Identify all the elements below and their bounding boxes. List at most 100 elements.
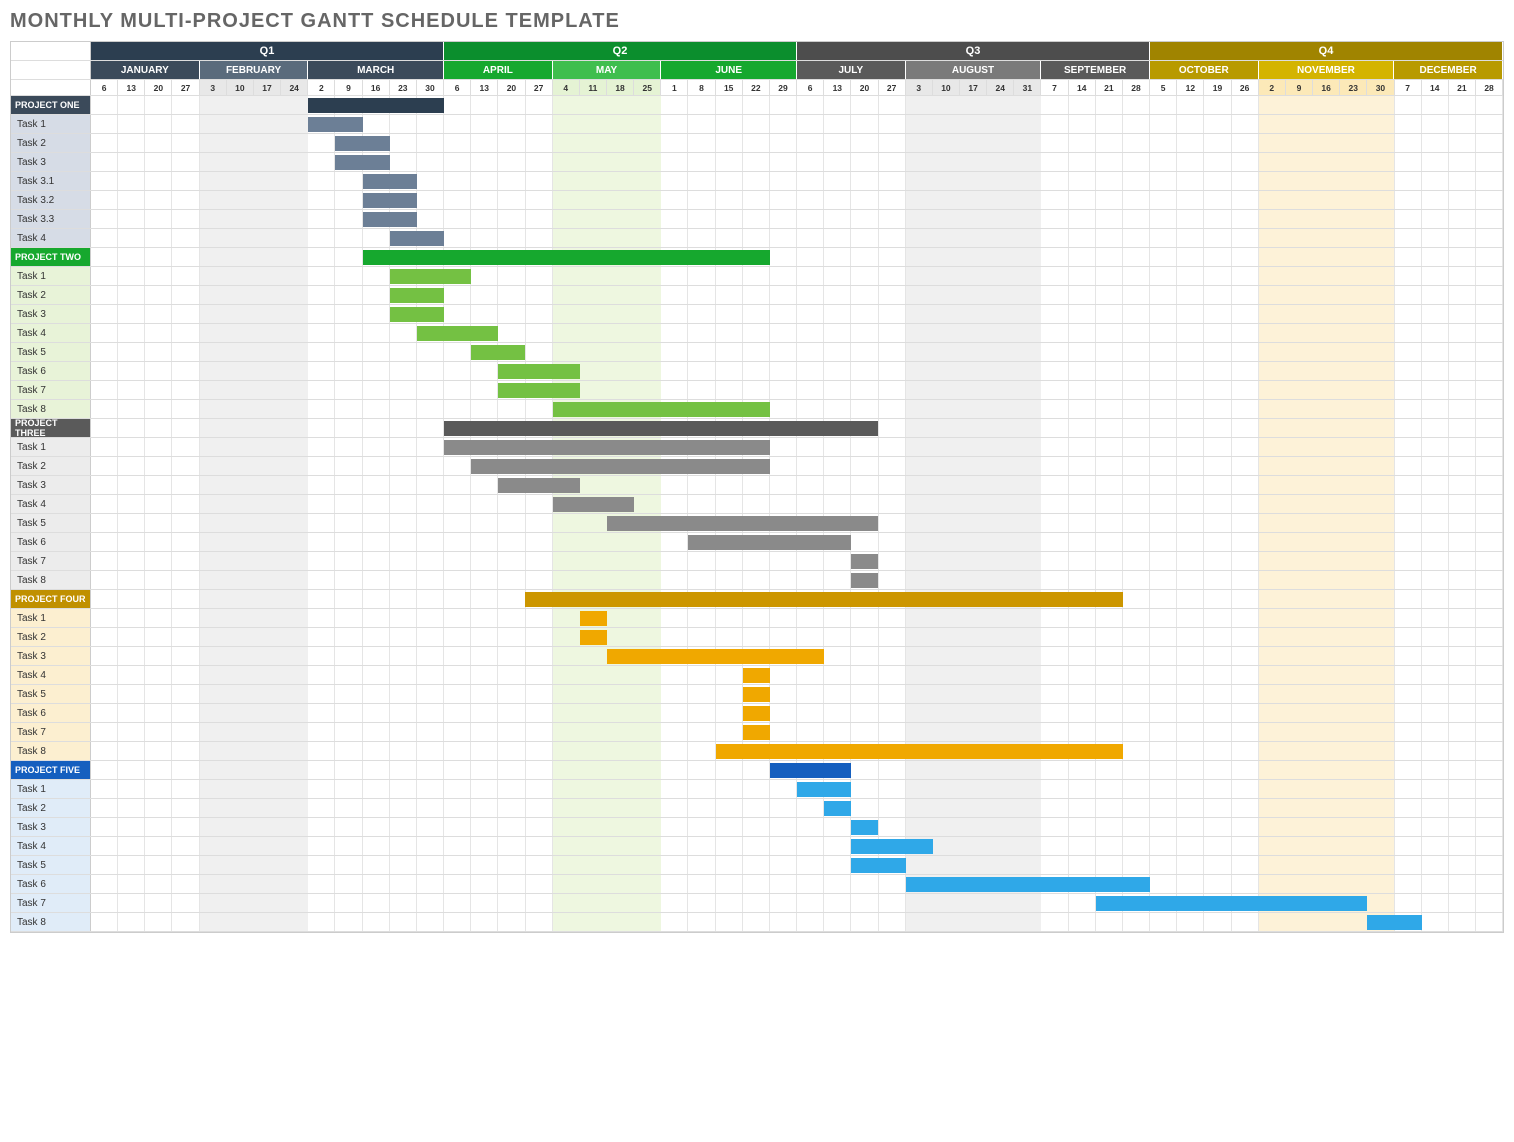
grid-cell[interactable] <box>607 134 634 152</box>
grid-cell[interactable] <box>1340 210 1367 228</box>
grid-cell[interactable] <box>634 723 661 741</box>
task-label[interactable]: Task 7 <box>11 723 91 741</box>
grid-cell[interactable] <box>1177 267 1204 285</box>
grid-cell[interactable] <box>1069 628 1096 646</box>
grid-cell[interactable] <box>1232 628 1259 646</box>
grid-cell[interactable] <box>743 115 770 133</box>
grid-cell[interactable] <box>308 153 335 171</box>
grid-cell[interactable] <box>1041 343 1068 361</box>
grid-cell[interactable] <box>553 305 580 323</box>
task-bar[interactable] <box>906 877 1150 892</box>
grid-cell[interactable] <box>1150 799 1177 817</box>
grid-cell[interactable] <box>906 913 933 931</box>
grid-cell[interactable] <box>281 723 308 741</box>
grid-cell[interactable] <box>118 837 145 855</box>
grid-cell[interactable] <box>1014 799 1041 817</box>
grid-cell[interactable] <box>716 685 743 703</box>
grid-cell[interactable] <box>1422 704 1449 722</box>
grid-cell[interactable] <box>933 476 960 494</box>
grid-cell[interactable] <box>172 666 199 684</box>
grid-cell[interactable] <box>1422 172 1449 190</box>
grid-cell[interactable] <box>1476 210 1503 228</box>
grid-cell[interactable] <box>308 362 335 380</box>
grid-cell[interactable] <box>254 818 281 836</box>
grid-cell[interactable] <box>1259 609 1286 627</box>
grid-cell[interactable] <box>526 685 553 703</box>
grid-cell[interactable] <box>91 533 118 551</box>
grid-cell[interactable] <box>308 856 335 874</box>
grid-cell[interactable] <box>1014 96 1041 114</box>
grid-cell[interactable] <box>607 685 634 703</box>
grid-cell[interactable] <box>1476 305 1503 323</box>
grid-cell[interactable] <box>688 495 715 513</box>
grid-cell[interactable] <box>770 856 797 874</box>
grid-cell[interactable] <box>1313 343 1340 361</box>
grid-cell[interactable] <box>688 609 715 627</box>
grid-cell[interactable] <box>1123 590 1150 608</box>
grid-cell[interactable] <box>1069 457 1096 475</box>
grid-cell[interactable] <box>1286 837 1313 855</box>
grid-cell[interactable] <box>1422 875 1449 893</box>
grid-cell[interactable] <box>553 153 580 171</box>
grid-cell[interactable] <box>1041 400 1068 418</box>
grid-cell[interactable] <box>1232 457 1259 475</box>
grid-cell[interactable] <box>879 666 906 684</box>
grid-cell[interactable] <box>797 913 824 931</box>
grid-cell[interactable] <box>879 115 906 133</box>
grid-cell[interactable] <box>1340 875 1367 893</box>
grid-cell[interactable] <box>824 495 851 513</box>
grid-cell[interactable] <box>824 362 851 380</box>
grid-cell[interactable] <box>335 172 362 190</box>
task-bar[interactable] <box>851 858 905 873</box>
grid-cell[interactable] <box>417 210 444 228</box>
grid-cell[interactable] <box>498 913 525 931</box>
grid-cell[interactable] <box>960 799 987 817</box>
grid-cell[interactable] <box>933 533 960 551</box>
grid-cell[interactable] <box>553 761 580 779</box>
grid-cell[interactable] <box>879 913 906 931</box>
grid-cell[interactable] <box>1041 210 1068 228</box>
grid-cell[interactable] <box>335 647 362 665</box>
grid-cell[interactable] <box>444 761 471 779</box>
grid-cell[interactable] <box>1041 552 1068 570</box>
grid-cell[interactable] <box>227 552 254 570</box>
grid-cell[interactable] <box>1014 362 1041 380</box>
grid-cell[interactable] <box>879 438 906 456</box>
grid-cell[interactable] <box>1069 172 1096 190</box>
grid-cell[interactable] <box>797 153 824 171</box>
grid-cell[interactable] <box>1313 837 1340 855</box>
grid-cell[interactable] <box>172 286 199 304</box>
grid-cell[interactable] <box>661 495 688 513</box>
grid-cell[interactable] <box>797 894 824 912</box>
grid-cell[interactable] <box>1069 362 1096 380</box>
grid-cell[interactable] <box>987 799 1014 817</box>
grid-cell[interactable] <box>281 438 308 456</box>
grid-cell[interactable] <box>1150 875 1177 893</box>
grid-cell[interactable] <box>770 305 797 323</box>
task-bar[interactable] <box>390 269 471 284</box>
grid-cell[interactable] <box>688 286 715 304</box>
grid-cell[interactable] <box>1340 476 1367 494</box>
grid-cell[interactable] <box>1014 894 1041 912</box>
grid-cell[interactable] <box>145 552 172 570</box>
grid-cell[interactable] <box>417 837 444 855</box>
grid-cell[interactable] <box>634 115 661 133</box>
grid-cell[interactable] <box>607 723 634 741</box>
grid-cell[interactable] <box>1069 666 1096 684</box>
grid-cell[interactable] <box>607 704 634 722</box>
grid-cell[interactable] <box>580 533 607 551</box>
grid-cell[interactable] <box>390 685 417 703</box>
grid-cell[interactable] <box>417 818 444 836</box>
grid-cell[interactable] <box>417 438 444 456</box>
grid-cell[interactable] <box>471 305 498 323</box>
grid-cell[interactable] <box>118 799 145 817</box>
grid-cell[interactable] <box>172 305 199 323</box>
grid-cell[interactable] <box>1476 134 1503 152</box>
grid-cell[interactable] <box>607 286 634 304</box>
grid-cell[interactable] <box>553 780 580 798</box>
task-bar[interactable] <box>498 383 579 398</box>
grid-cell[interactable] <box>498 286 525 304</box>
grid-cell[interactable] <box>1041 96 1068 114</box>
grid-cell[interactable] <box>1069 913 1096 931</box>
grid-cell[interactable] <box>661 172 688 190</box>
